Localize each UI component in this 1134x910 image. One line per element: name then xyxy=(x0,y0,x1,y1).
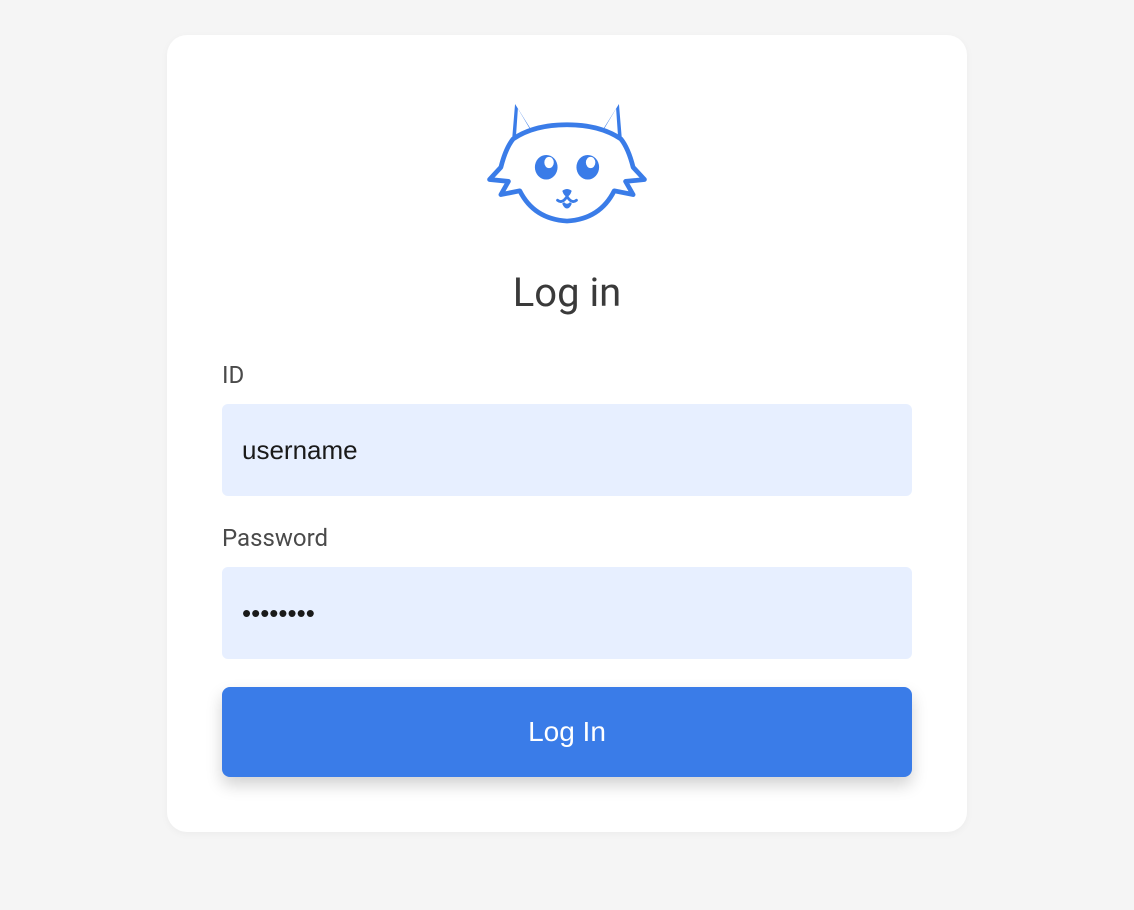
id-label: ID xyxy=(222,361,912,389)
password-label: Password xyxy=(222,524,912,552)
login-button[interactable]: Log In xyxy=(222,687,912,777)
cat-logo-icon xyxy=(482,95,652,234)
password-input[interactable] xyxy=(222,567,912,659)
login-form: ID Password Log In xyxy=(222,361,912,777)
id-input[interactable] xyxy=(222,404,912,496)
login-heading: Log in xyxy=(222,269,912,316)
login-card: Log in ID Password Log In xyxy=(167,35,967,832)
logo-container xyxy=(222,95,912,234)
